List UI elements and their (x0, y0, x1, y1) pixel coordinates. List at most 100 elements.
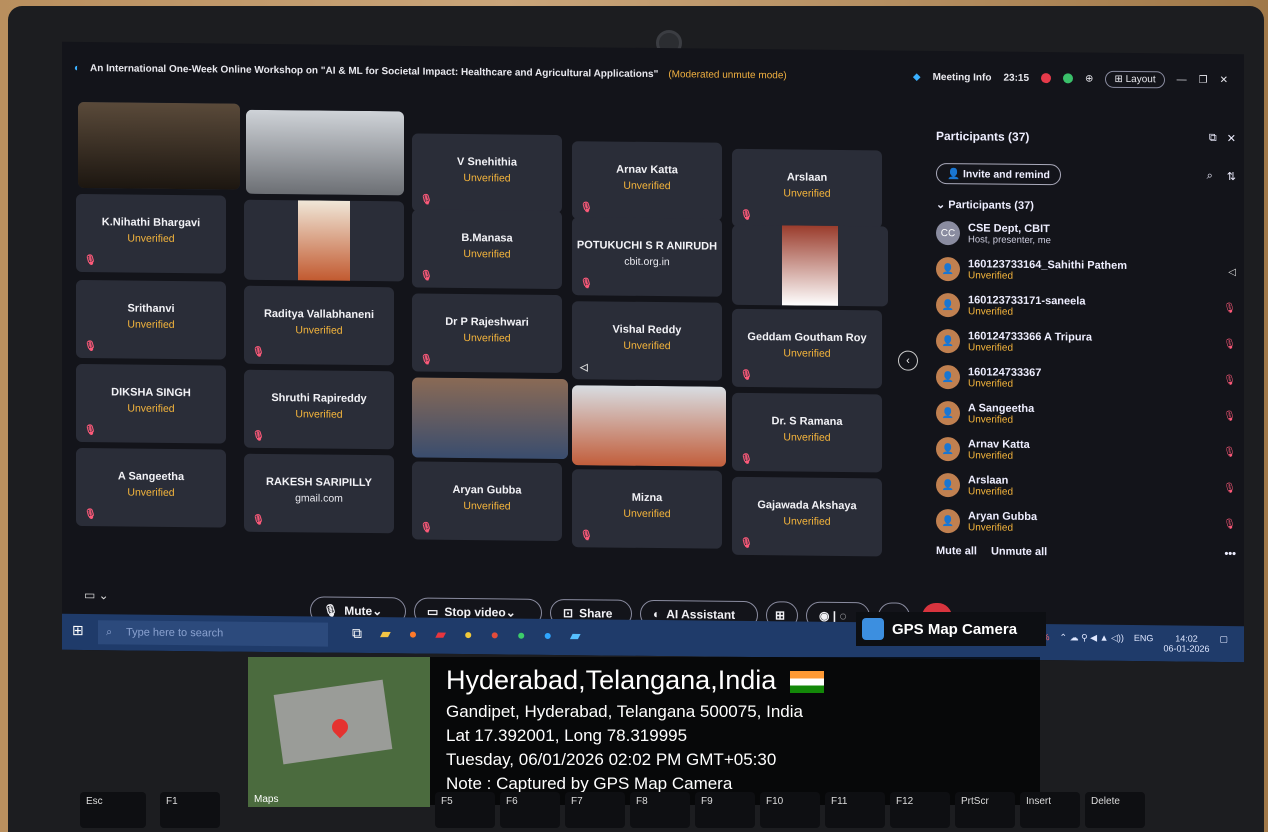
task-view-icon[interactable]: ⧉ (352, 625, 362, 642)
shield-icon: ◆ (912, 71, 921, 83)
participant-tile[interactable]: Raditya Vallabhaneni Unverified 🎙 (244, 285, 394, 366)
webex-icon[interactable]: ● (543, 627, 551, 644)
muted-mic-icon: 🎙 (252, 430, 265, 442)
zoom-icon[interactable]: ⊕ (1085, 73, 1093, 84)
participant-tile[interactable]: Geddam Goutham Roy Unverified 🎙 (732, 308, 882, 389)
participant-tile[interactable]: Srithanvi Unverified 🎙 (76, 279, 226, 360)
participant-tile[interactable]: K.Nihathi Bhargavi Unverified 🎙 (76, 193, 226, 274)
participant-row[interactable]: 👤 A Sangeetha Unverified 🎙 (936, 395, 1236, 434)
participant-tile[interactable]: Arnav Katta Unverified 🎙 (572, 141, 722, 221)
notification-icon[interactable]: ▢ (1219, 634, 1228, 654)
close-panel-icon[interactable]: ✕ (1227, 132, 1236, 146)
participant-tile[interactable]: DIKSHA SINGH Unverified 🎙 (76, 363, 226, 444)
participant-tile[interactable]: Vishal Reddy Unverified ◁ (572, 301, 722, 381)
participant-tile[interactable]: A Sangeetha Unverified 🎙 (76, 447, 226, 528)
participant-tile[interactable]: Dr P Rajeshwari Unverified 🎙 (412, 293, 562, 374)
muted-mic-icon: 🎙 (740, 537, 753, 550)
key-prtscr: PrtScr (955, 792, 1015, 828)
language-indicator[interactable]: ENG (1134, 633, 1154, 653)
participant-tile[interactable]: Shruthi Rapireddy Unverified 🎙 (244, 369, 394, 450)
participant-status: Unverified (783, 431, 831, 444)
avatar: CC (936, 220, 960, 246)
participant-row[interactable]: 👤 160123733171-saneela Unverified 🎙 (936, 287, 1236, 326)
laptop-screen: ◐ An International One-Week Online Works… (62, 41, 1244, 663)
file-explorer-icon[interactable]: ▰ (380, 625, 391, 642)
participant-tile[interactable]: Arslaan Unverified 🎙 (732, 148, 882, 229)
muted-mic-icon: 🎙 (580, 278, 593, 290)
participant-tile[interactable]: Mizna Unverified 🎙 (572, 469, 722, 549)
video-tile-participant-6[interactable] (572, 385, 726, 467)
participant-status: Unverified (127, 318, 175, 331)
search-icon[interactable]: ⌕ (1207, 170, 1213, 183)
layout-button[interactable]: ⊞ Layout (1105, 70, 1165, 88)
more-options-icon[interactable]: ••• (1224, 548, 1236, 560)
tray-icons[interactable]: ⌃ ☁ ⚲ ◀ ▲ ◁)) (1060, 632, 1124, 653)
participant-tile[interactable]: RAKESH SARIPILLY gmail.com 🎙 (244, 453, 394, 534)
participant-status: Unverified (127, 232, 175, 245)
gps-camera-logo-icon (862, 618, 884, 640)
participant-email-domain: cbit.org.in (624, 255, 670, 269)
status-icon[interactable] (1063, 73, 1074, 84)
video-tile-participant-1[interactable] (78, 101, 240, 190)
video-tile-participant-4[interactable] (732, 224, 888, 307)
unmute-all-button[interactable]: Unmute all (991, 546, 1047, 559)
close-icon[interactable]: ✕ (1220, 74, 1228, 85)
participant-tile[interactable]: V Snehithia Unverified 🎙 (412, 133, 562, 214)
recording-icon[interactable] (1041, 73, 1052, 84)
speaker-icon: ◁ (580, 362, 588, 374)
video-tile-participant-2[interactable] (246, 109, 404, 196)
participants-section-header[interactable]: ⌄ Participants (37) (936, 198, 1236, 214)
chrome-profile-icon[interactable]: ● (491, 626, 499, 643)
participant-tile[interactable]: POTUKUCHI S R ANIRUDH cbit.org.in 🎙 (572, 217, 722, 297)
participant-row[interactable]: 👤 160124733366 A Tripura Unverified 🎙 (936, 323, 1236, 362)
restore-icon[interactable]: ❐ (1199, 74, 1208, 85)
minimize-icon[interactable]: — (1177, 74, 1187, 85)
meeting-info-button[interactable]: Meeting Info (933, 71, 992, 83)
participant-tile[interactable]: Gajawada Akshaya Unverified 🎙 (732, 476, 882, 557)
popout-icon[interactable]: ⧉ (1209, 132, 1217, 146)
participant-row[interactable]: 👤 Arslaan Unverified 🎙 (936, 467, 1236, 506)
mute-all-button[interactable]: Mute all (936, 545, 977, 557)
taskbar-search-input[interactable]: ⌕ Type here to search (98, 620, 328, 647)
whatsapp-icon[interactable]: ● (517, 627, 525, 644)
participant-status: Unverified (623, 507, 671, 521)
participant-row-status: Unverified (968, 485, 1014, 498)
location-datetime: Tuesday, 06/01/2026 02:02 PM GMT+05:30 (446, 750, 777, 769)
participant-row[interactable]: CC CSE Dept, CBIT Host, presenter, me (936, 215, 1236, 254)
key-delete: Delete (1085, 792, 1145, 828)
participant-row-name: Arnav Katta (968, 437, 1030, 451)
app-icon[interactable]: ▰ (570, 627, 581, 644)
gps-map-camera-badge: GPS Map Camera (856, 612, 1046, 646)
muted-mic-icon: 🎙 (420, 270, 433, 282)
sort-icon[interactable]: ⇅ (1227, 170, 1236, 183)
participant-status: Unverified (295, 324, 343, 337)
clock[interactable]: 14:02 06-01-2026 (1163, 633, 1209, 653)
collapse-panel-icon[interactable]: ‹ (898, 350, 918, 371)
invite-and-remind-button[interactable]: 👤 Invite and remind (936, 162, 1061, 186)
meeting-titlebar: ◐ An International One-Week Online Works… (62, 42, 1244, 106)
participant-status: Unverified (127, 486, 175, 499)
participant-row[interactable]: 👤 160124733367 Unverified 🎙 (936, 359, 1236, 398)
muted-mic-icon: 🎙 (84, 341, 97, 353)
participant-row[interactable]: 👤 Arnav Katta Unverified 🎙 (936, 431, 1236, 470)
video-tile-participant-5[interactable] (412, 377, 568, 460)
participant-row[interactable]: 👤 160123733164_Sahithi Pathem Unverified … (936, 251, 1236, 290)
muted-mic-icon: 🎙 (580, 202, 593, 214)
participant-tile[interactable]: B.Manasa Unverified 🎙 (412, 209, 562, 290)
zotero-icon[interactable]: ▰ (435, 626, 446, 643)
participant-tile[interactable]: Aryan Gubba Unverified 🎙 (412, 461, 562, 542)
windows-start-icon[interactable]: ⊞ (72, 622, 84, 639)
muted-mic-icon: 🎙 (1223, 338, 1236, 350)
participant-name: Geddam Goutham Roy (747, 330, 867, 345)
chrome-icon[interactable]: ● (464, 626, 472, 643)
participant-tile[interactable]: Dr. S Ramana Unverified 🎙 (732, 392, 882, 473)
participant-row-name: 160124733367 (968, 365, 1042, 379)
captions-icon[interactable]: ▭ ⌄ (84, 588, 109, 602)
video-tile-participant-3[interactable] (244, 199, 404, 282)
participant-row[interactable]: 👤 Aryan Gubba Unverified 🎙 (936, 503, 1236, 542)
avatar-icon: 👤 (936, 472, 960, 498)
key-f8: F8 (630, 792, 690, 828)
participant-video (412, 377, 568, 460)
firefox-icon[interactable]: ● (409, 625, 417, 642)
participant-name: Srithanvi (127, 302, 175, 315)
